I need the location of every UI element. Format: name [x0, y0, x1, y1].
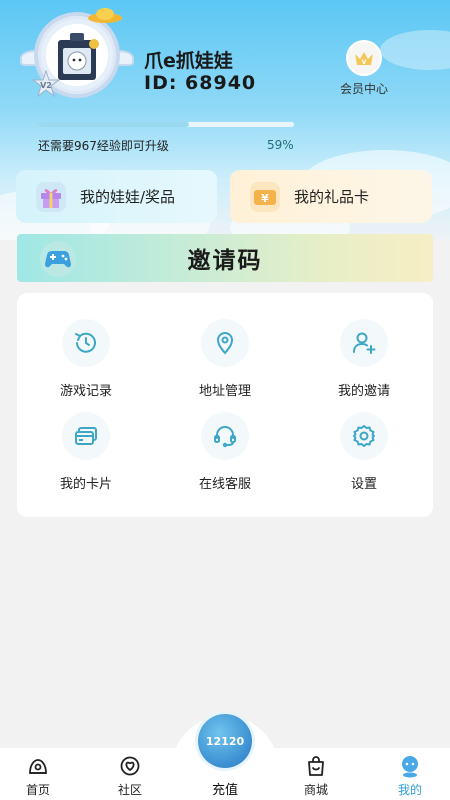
settings-label: 设置: [350, 477, 377, 492]
invite-code-label: 邀请码: [187, 248, 263, 274]
experience-progress-text: 还需要967经验即可升级: [38, 139, 169, 153]
my-gift-card-label: 我的礼品卡: [294, 188, 370, 206]
my-dolls-prizes-label: 我的娃娃/奖品: [80, 188, 176, 206]
svg-text:¥: ¥: [261, 192, 269, 205]
experience-progress-percent: 59%: [267, 138, 294, 152]
nav-label-home: 首页: [25, 783, 50, 797]
nav-label-mine: 我的: [397, 783, 422, 797]
feature-grid: 游戏记录 地址管理 我的邀请 我的卡片 在线客服 设置: [17, 293, 433, 517]
my-invitations-button[interactable]: 我的邀请: [304, 319, 424, 399]
online-support-button[interactable]: 在线客服: [165, 412, 285, 492]
headset-icon: [201, 412, 249, 460]
online-support-label: 在线客服: [198, 477, 251, 492]
home-icon: [8, 754, 68, 778]
shopping-bag-icon: [286, 754, 346, 778]
user-id: ID: 68940: [144, 72, 257, 94]
vip-level-badge-icon: V2: [32, 70, 60, 98]
community-icon: [100, 754, 160, 778]
experience-progress-bar: [38, 122, 294, 127]
nav-item-home[interactable]: 首页: [8, 754, 68, 798]
my-invitations-label: 我的邀请: [337, 384, 390, 399]
nav-item-community[interactable]: 社区: [100, 754, 160, 798]
experience-progress-fill: [38, 122, 190, 127]
nav-label-community: 社区: [117, 783, 142, 797]
nav-item-mine[interactable]: 我的: [380, 754, 440, 798]
game-records-button[interactable]: 游戏记录: [26, 319, 146, 399]
profile-icon: [380, 754, 440, 778]
invite-code-banner[interactable]: 邀请码: [17, 234, 433, 282]
avatar[interactable]: V2: [20, 6, 134, 106]
cards-icon: [62, 412, 110, 460]
gift-card-icon: ¥: [250, 181, 280, 212]
recharge-coin-icon[interactable]: 12120: [198, 714, 252, 768]
location-pin-icon: [201, 319, 249, 367]
nav-item-mall[interactable]: 商城: [286, 754, 346, 798]
username: 爪e抓娃娃: [144, 50, 233, 72]
gold-ingot-icon: [88, 8, 122, 23]
history-icon: [62, 319, 110, 367]
gift-box-icon: [36, 181, 66, 212]
vip-center-button[interactable]: V 会员中心: [334, 40, 394, 97]
settings-button[interactable]: 设置: [304, 412, 424, 492]
nav-label-mall: 商城: [303, 783, 328, 797]
recharge-coin-text: 12120: [205, 734, 245, 748]
vip-center-label: 会员中心: [339, 82, 388, 96]
my-dolls-prizes-button[interactable]: 我的娃娃/奖品: [16, 170, 217, 223]
vip-crown-icon: V: [346, 40, 382, 76]
svg-text:V2: V2: [40, 81, 52, 90]
my-gift-card-button[interactable]: ¥ 我的礼品卡: [230, 170, 432, 223]
my-cards-button[interactable]: 我的卡片: [26, 412, 146, 492]
my-cards-label: 我的卡片: [59, 477, 112, 492]
game-records-label: 游戏记录: [59, 384, 112, 399]
nav-item-recharge[interactable]: 充值: [195, 779, 255, 798]
add-user-icon: [340, 319, 388, 367]
gear-icon: [340, 412, 388, 460]
address-management-button[interactable]: 地址管理: [165, 319, 285, 399]
gamepad-icon: [40, 241, 76, 277]
svg-text:V: V: [362, 59, 367, 66]
address-management-label: 地址管理: [198, 384, 251, 399]
